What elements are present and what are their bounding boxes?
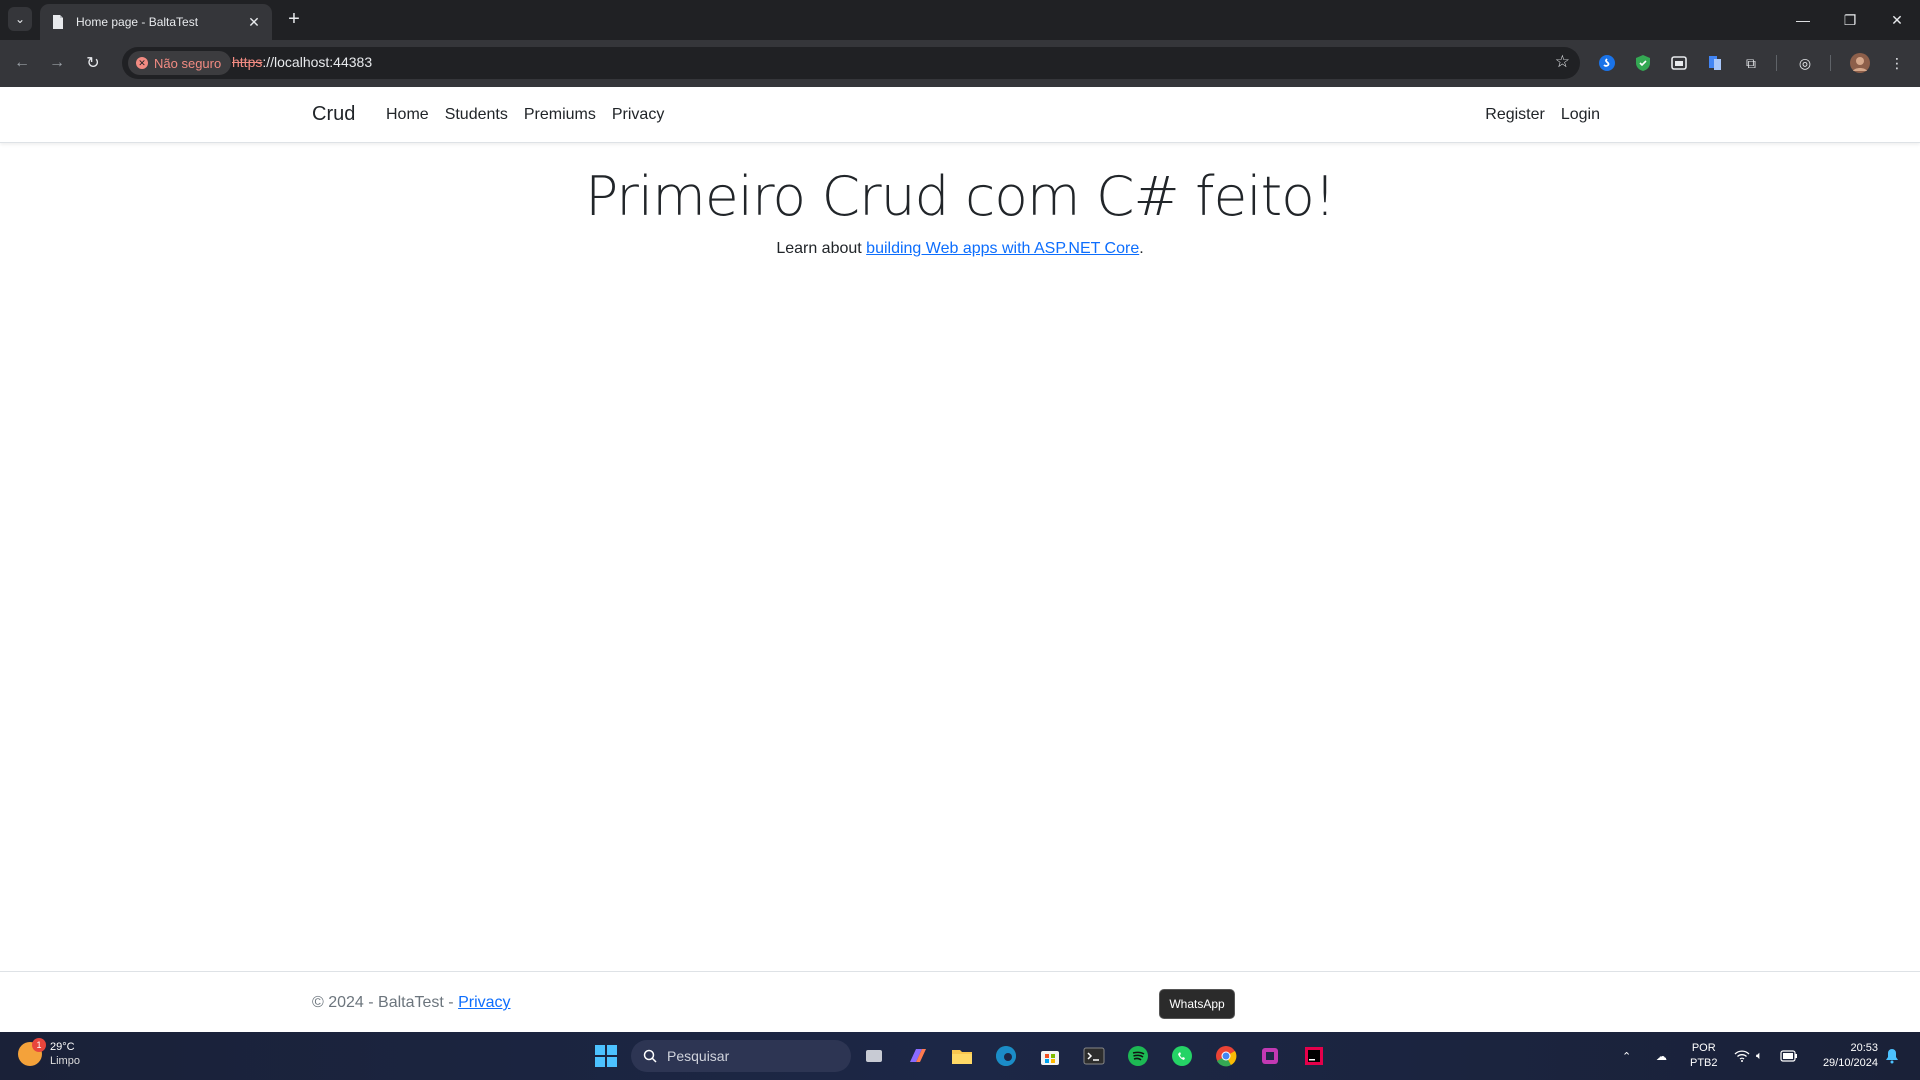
file-explorer-icon[interactable] <box>948 1042 976 1070</box>
url-text[interactable]: https://localhost:44383 <box>232 54 372 70</box>
window-extension-icon[interactable] <box>1668 52 1690 74</box>
whatsapp-tooltip: WhatsApp <box>1159 989 1235 1019</box>
chrome-icon[interactable] <box>1212 1042 1240 1070</box>
wifi-icon[interactable] <box>1734 1032 1750 1080</box>
volume-icon[interactable]: 🔈︎ <box>1756 1032 1763 1080</box>
notification-bell-icon[interactable] <box>1885 1032 1899 1080</box>
language-code: POR <box>1691 1042 1716 1054</box>
intro-prefix: Learn about <box>776 240 867 257</box>
copilot-icon[interactable] <box>904 1042 932 1070</box>
weather-condition: Limpo <box>50 1055 80 1067</box>
address-bar[interactable]: ✕ Não seguro https://localhost:44383 ☆ <box>122 47 1580 79</box>
register-link[interactable]: Register <box>1477 106 1553 124</box>
visual-studio-icon[interactable] <box>1256 1042 1284 1070</box>
site-footer: © 2024 - BaltaTest - Privacy <box>0 971 1920 1032</box>
tab-title: Home page - BaltaTest <box>76 15 199 29</box>
tab-search-button[interactable]: ⌄ <box>8 7 32 31</box>
rider-icon[interactable] <box>1300 1042 1328 1070</box>
toolbar-divider <box>1776 55 1777 71</box>
edge-browser-icon[interactable] <box>992 1042 1020 1070</box>
web-page: Crud Home Students Premiums Privacy Regi… <box>0 87 1920 1032</box>
url-scheme: https <box>232 54 263 70</box>
whatsapp-icon[interactable] <box>1168 1042 1196 1070</box>
search-icon <box>643 1049 657 1063</box>
new-tab-button[interactable]: + <box>282 8 306 30</box>
microsoft-store-icon[interactable] <box>1036 1042 1064 1070</box>
nav-link-privacy[interactable]: Privacy <box>604 106 672 124</box>
reload-button[interactable]: ↻ <box>80 50 106 76</box>
profile-avatar[interactable] <box>1849 52 1871 74</box>
shazam-extension-icon[interactable] <box>1596 52 1618 74</box>
warning-icon: ✕ <box>136 57 148 69</box>
browser-toolbar: ← → ↻ ✕ Não seguro https://localhost:443… <box>0 40 1920 87</box>
show-hidden-icons-chevron[interactable]: ⌃ <box>1622 1032 1631 1080</box>
keyboard-layout: PTB2 <box>1690 1057 1718 1069</box>
aspnet-docs-link[interactable]: building Web apps with ASP.NET Core <box>866 240 1139 257</box>
nav-link-students[interactable]: Students <box>437 106 516 124</box>
windows-taskbar: 1 29°C Limpo Pesquisar ⌃ ☁ POR PTB2 🔈︎ 2… <box>0 1032 1920 1080</box>
nav-link-premiums[interactable]: Premiums <box>516 106 604 124</box>
terminal-icon[interactable] <box>1080 1042 1108 1070</box>
translate-extension-icon[interactable] <box>1704 52 1726 74</box>
url-host: ://localhost:44383 <box>262 54 373 70</box>
site-nav-links: Home Students Premiums Privacy <box>378 106 672 124</box>
search-placeholder: Pesquisar <box>667 1048 730 1064</box>
footer-text: © 2024 - BaltaTest - Privacy <box>312 994 511 1012</box>
close-window-button[interactable]: ✕ <box>1876 0 1918 40</box>
back-button[interactable]: ← <box>9 50 35 76</box>
hero-section: Primeiro Crud com C# feito! Learn about … <box>0 165 1920 258</box>
login-link[interactable]: Login <box>1553 106 1608 124</box>
language-indicator[interactable]: POR PTB2 <box>1690 1041 1718 1071</box>
restore-button[interactable]: ❐ <box>1829 0 1871 40</box>
intro-paragraph: Learn about building Web apps with ASP.N… <box>0 240 1920 258</box>
forward-button[interactable]: → <box>44 50 70 76</box>
windows-start-icon[interactable] <box>592 1042 620 1070</box>
site-navbar: Crud Home Students Premiums Privacy Regi… <box>0 87 1920 143</box>
battery-icon[interactable] <box>1780 1032 1798 1080</box>
footer-privacy-link[interactable]: Privacy <box>458 994 510 1011</box>
weather-widget[interactable]: 1 29°C Limpo <box>18 1038 80 1068</box>
browser-tab-active[interactable]: Home page - BaltaTest ✕ <box>40 4 272 40</box>
spotify-icon[interactable] <box>1124 1042 1152 1070</box>
task-view-icon[interactable] <box>860 1042 888 1070</box>
taskbar-search-box[interactable]: Pesquisar <box>631 1040 851 1072</box>
screen-capture-icon[interactable]: ◎ <box>1794 52 1816 74</box>
nav-link-home[interactable]: Home <box>378 106 437 124</box>
browser-menu-icon[interactable]: ⋮ <box>1886 52 1908 74</box>
weather-temperature: 29°C <box>50 1041 75 1053</box>
clock-date: 29/10/2024 <box>1822 1057 1878 1069</box>
weather-badge: 1 <box>32 1038 46 1052</box>
security-chip[interactable]: ✕ Não seguro <box>128 51 232 75</box>
page-heading: Primeiro Crud com C# feito! <box>585 165 1336 228</box>
security-chip-label: Não seguro <box>154 55 222 71</box>
toolbar-divider <box>1830 55 1831 71</box>
site-brand-link[interactable]: Crud <box>312 103 355 126</box>
auth-links: Register Login <box>1477 106 1608 124</box>
clock-time: 20:53 <box>1850 1042 1878 1054</box>
weather-moon-icon: 1 <box>18 1038 46 1066</box>
intro-suffix: . <box>1139 240 1144 257</box>
system-clock[interactable]: 20:53 29/10/2024 <box>1823 1041 1878 1071</box>
bookmark-star-icon[interactable]: ☆ <box>1555 52 1570 72</box>
onedrive-icon[interactable]: ☁ <box>1656 1032 1667 1080</box>
browser-tab-strip: ⌄ Home page - BaltaTest ✕ + — ❐ ✕ <box>0 0 1920 40</box>
page-icon <box>53 15 63 29</box>
extensions-puzzle-icon[interactable]: ⧉ <box>1740 52 1762 74</box>
shield-extension-icon[interactable] <box>1632 52 1654 74</box>
footer-copyright: © 2024 - BaltaTest - <box>312 994 459 1011</box>
close-tab-icon[interactable]: ✕ <box>246 14 262 31</box>
minimize-button[interactable]: — <box>1782 0 1824 40</box>
